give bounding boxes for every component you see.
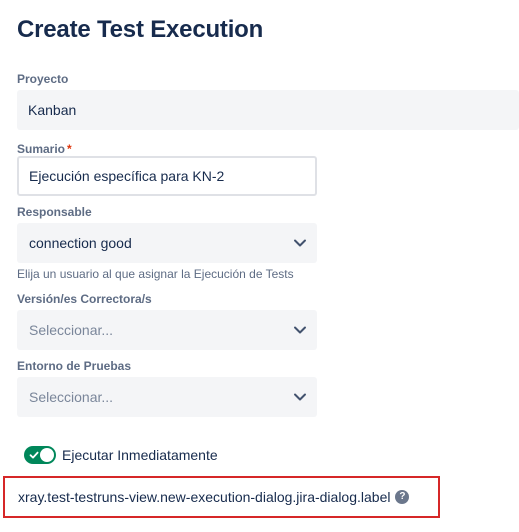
assignee-label: Responsable [17,205,92,219]
project-value: Kanban [28,102,77,118]
jira-dialog-label-highlight: xray.test-testruns-view.new-execution-di… [3,476,440,518]
assignee-select[interactable]: connection good [17,223,317,263]
test-environment-placeholder: Seleccionar... [29,389,114,405]
fix-version-select[interactable]: Seleccionar... [17,310,317,350]
required-marker: * [67,142,72,156]
chevron-down-icon [294,326,306,334]
toggle-knob [40,448,54,462]
jira-dialog-label: xray.test-testruns-view.new-execution-di… [18,489,391,505]
execute-now-row: Ejecutar Inmediatamente [24,445,218,465]
chevron-down-icon [294,393,306,401]
fix-version-placeholder: Seleccionar... [29,322,114,338]
test-environment-label: Entorno de Pruebas [17,359,132,373]
project-label: Proyecto [17,72,69,86]
assignee-helper-text: Elija un usuario al que asignar la Ejecu… [17,267,294,281]
project-field: Kanban [17,90,519,130]
dialog-title: Create Test Execution [17,16,264,43]
check-icon [29,451,39,459]
summary-value: Ejecución específica para KN-2 [29,168,225,184]
summary-label-text: Sumario [17,142,66,156]
execute-now-toggle[interactable] [24,446,56,464]
chevron-down-icon [294,239,306,247]
execute-now-label: Ejecutar Inmediatamente [62,447,218,463]
fix-version-label: Versión/es Correctora/s [17,292,152,306]
summary-label: Sumario * [17,142,72,156]
test-environment-select[interactable]: Seleccionar... [17,377,317,417]
summary-input[interactable]: Ejecución específica para KN-2 [17,156,317,196]
assignee-value: connection good [29,235,132,251]
create-test-execution-dialog: Create Test Execution Proyecto Kanban Su… [0,0,519,532]
question-circle-icon[interactable]: ? [395,490,410,504]
